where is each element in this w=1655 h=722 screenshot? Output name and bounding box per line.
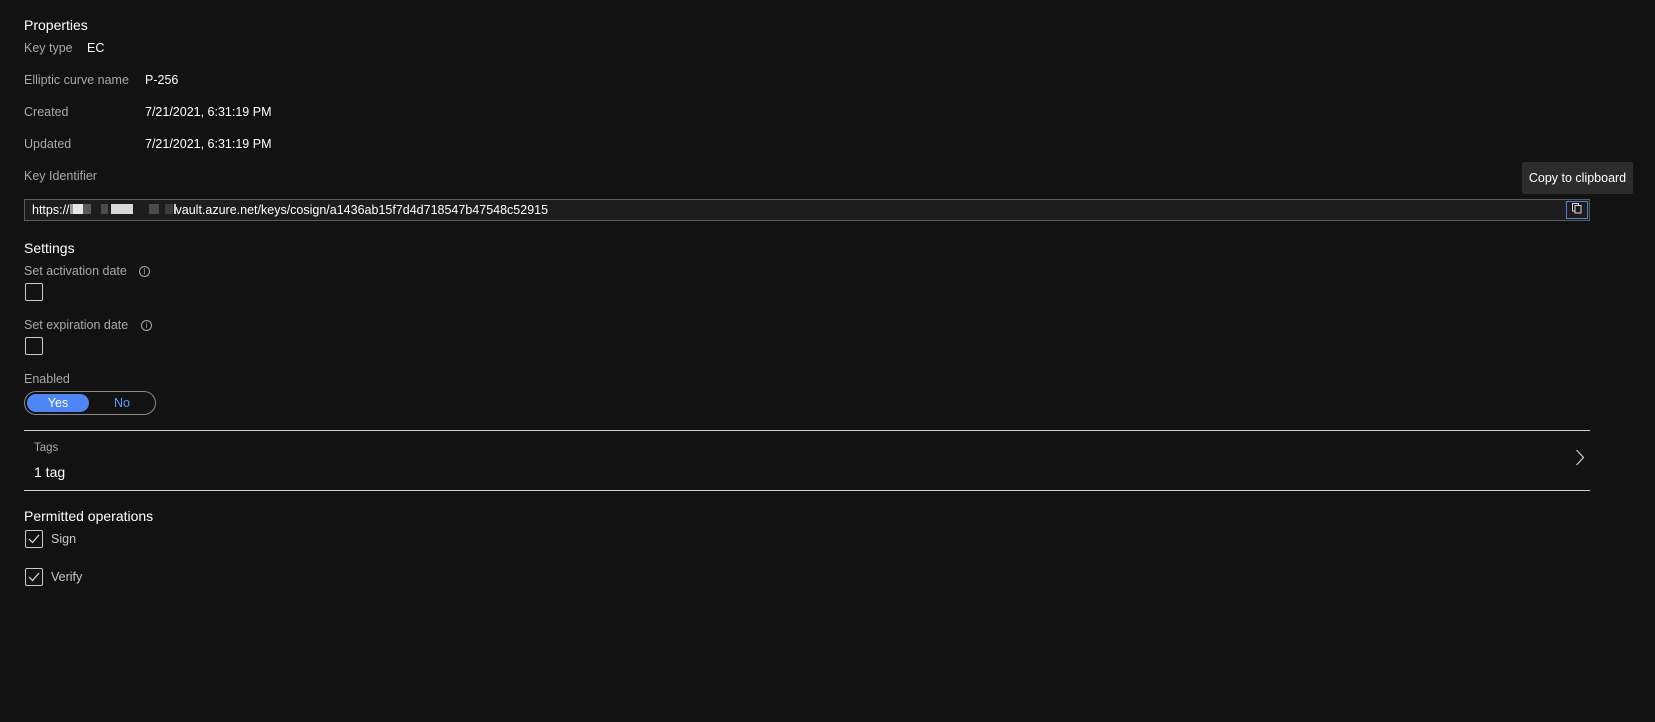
- properties-title: Properties: [24, 17, 88, 33]
- info-icon[interactable]: i: [139, 266, 150, 277]
- key-type-label: Key type: [24, 41, 73, 55]
- sign-label: Sign: [51, 532, 77, 546]
- checkmark-icon: [28, 534, 40, 544]
- tags-label: Tags: [34, 442, 59, 454]
- key-identifier-prefix: https://: [32, 203, 70, 217]
- verify-label: Verify: [51, 570, 83, 584]
- updated-label: Updated: [24, 137, 72, 151]
- updated-value: 7/21/2021, 6:31:19 PM: [145, 137, 272, 151]
- key-identifier-suffix: vault.azure.net/keys/cosign/a1436ab15f7d…: [175, 203, 549, 217]
- copy-icon: [1571, 201, 1583, 219]
- created-value: 7/21/2021, 6:31:19 PM: [145, 105, 272, 119]
- key-identifier-value[interactable]: https:// vault.azure.net/keys/cosign/a14…: [32, 203, 548, 217]
- expiration-date-checkbox[interactable]: [25, 337, 43, 355]
- sign-checkbox[interactable]: [25, 530, 43, 548]
- enabled-yes-option[interactable]: Yes: [27, 394, 89, 412]
- activation-date-label: Set activation date: [24, 264, 127, 278]
- copy-to-clipboard-button[interactable]: [1566, 201, 1588, 219]
- enabled-label: Enabled: [24, 372, 70, 386]
- checkmark-icon: [28, 572, 40, 582]
- redacted-block: [69, 203, 176, 215]
- key-type-value: EC: [87, 41, 105, 55]
- tags-row[interactable]: [24, 431, 1590, 489]
- curve-name-label: Elliptic curve name: [24, 73, 129, 87]
- verify-checkbox[interactable]: [25, 568, 43, 586]
- copy-tooltip: Copy to clipboard: [1522, 162, 1633, 194]
- key-identifier-label: Key Identifier: [24, 169, 97, 183]
- expiration-date-label: Set expiration date: [24, 318, 129, 332]
- settings-title: Settings: [24, 240, 75, 256]
- permitted-operations-title: Permitted operations: [24, 508, 154, 524]
- info-icon[interactable]: i: [141, 320, 152, 331]
- tags-value: 1 tag: [34, 464, 66, 480]
- activation-date-checkbox[interactable]: [25, 283, 43, 301]
- divider: [24, 490, 1590, 491]
- chevron-right-icon[interactable]: [1575, 449, 1585, 471]
- curve-name-value: P-256: [145, 73, 179, 87]
- enabled-no-option[interactable]: No: [92, 394, 152, 412]
- created-label: Created: [24, 105, 69, 119]
